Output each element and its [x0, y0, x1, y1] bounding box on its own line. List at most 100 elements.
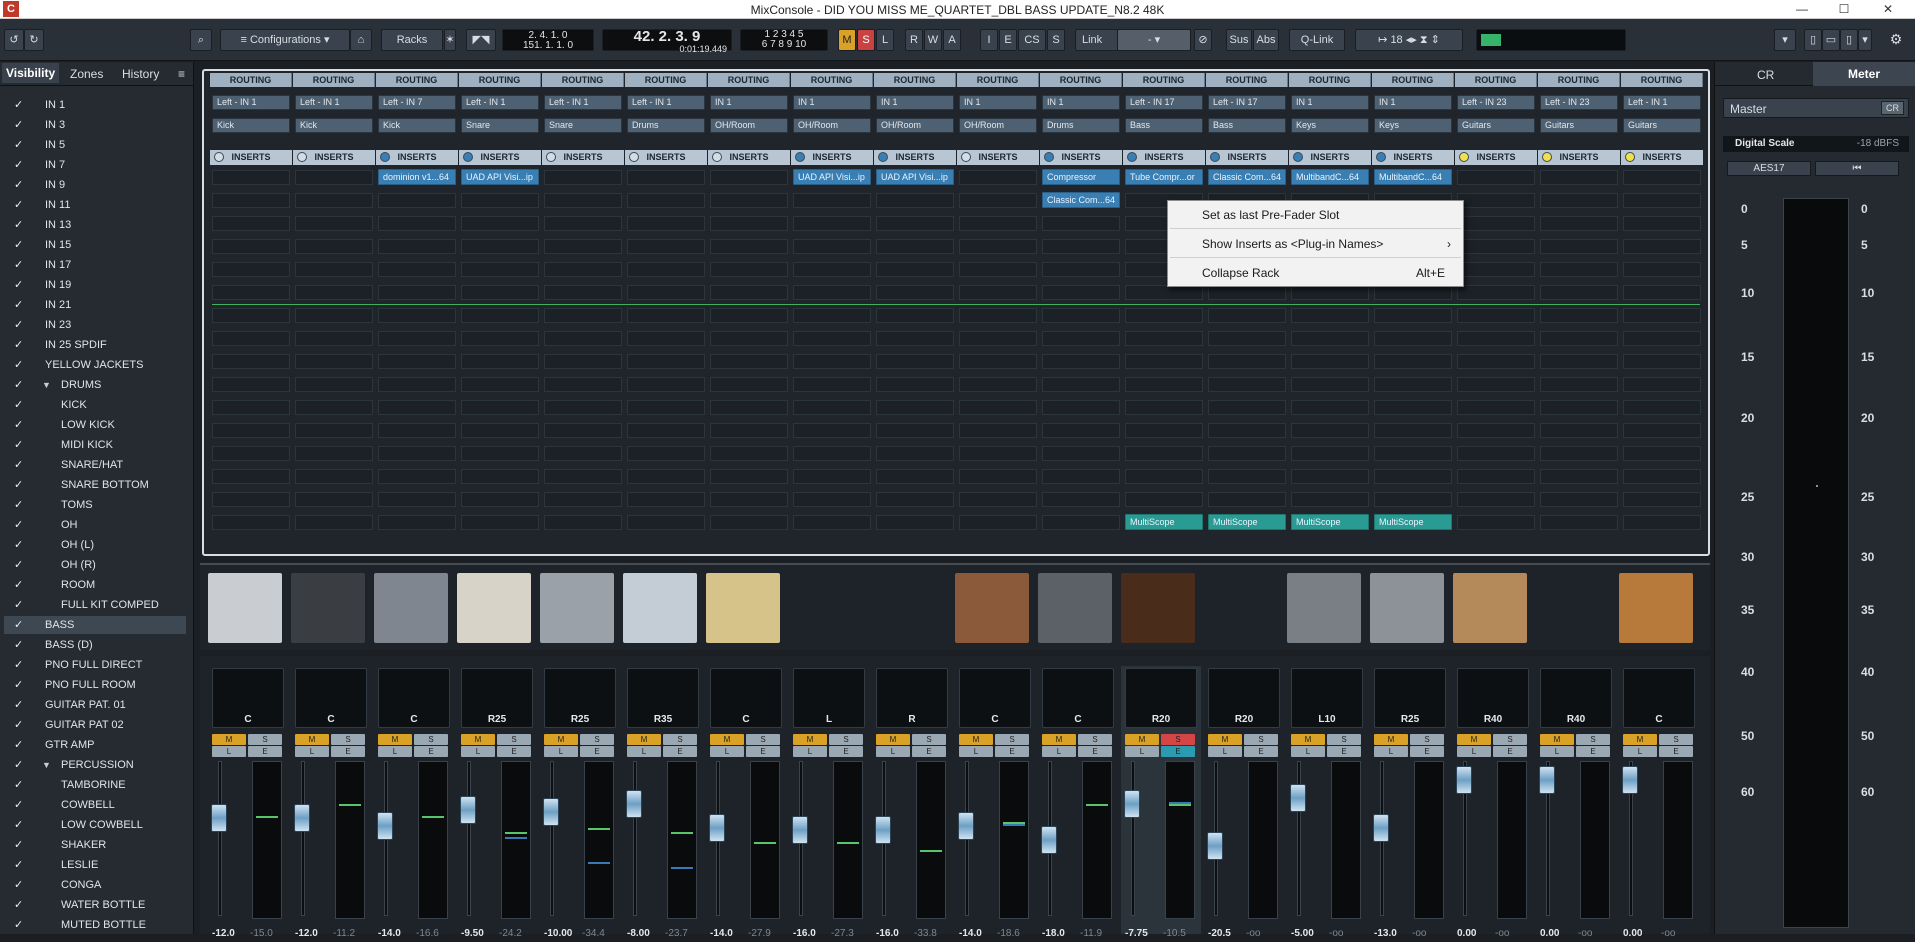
edit-button[interactable]: E: [1576, 746, 1610, 757]
insert-slot[interactable]: [627, 193, 705, 208]
checkmark-icon[interactable]: ✓: [14, 196, 23, 214]
insert-slot[interactable]: [710, 170, 788, 185]
checkmark-icon[interactable]: ✓: [14, 736, 23, 754]
checkmark-icon[interactable]: ✓: [14, 816, 23, 834]
edit-button[interactable]: E: [1161, 746, 1195, 757]
bypass-inserts-button[interactable]: I: [980, 29, 998, 51]
insert-slot[interactable]: [627, 308, 705, 323]
insert-slot[interactable]: [959, 193, 1037, 208]
tab-control-room[interactable]: CR: [1757, 68, 1774, 82]
edit-button[interactable]: E: [912, 746, 946, 757]
insert-slot[interactable]: [1457, 377, 1535, 392]
insert-slot[interactable]: [959, 515, 1037, 530]
fader-handle[interactable]: [1041, 826, 1057, 854]
insert-slot[interactable]: [378, 193, 456, 208]
insert-slot[interactable]: [793, 446, 871, 461]
inserts-header[interactable]: INSERTS: [1123, 150, 1205, 165]
pan-control[interactable]: R40: [1457, 668, 1529, 728]
track-visibility-item[interactable]: ✓ MUTED BOTTLE: [4, 916, 186, 934]
output-routing[interactable]: Kick: [212, 118, 290, 133]
insert-slot[interactable]: [1623, 377, 1701, 392]
insert-slot[interactable]: [627, 377, 705, 392]
fader-handle[interactable]: [211, 804, 227, 832]
insert-slot[interactable]: [959, 400, 1037, 415]
insert-slot[interactable]: [876, 193, 954, 208]
insert-slot[interactable]: [1540, 492, 1618, 507]
insert-slot[interactable]: [1457, 354, 1535, 369]
insert-slot[interactable]: [1291, 354, 1369, 369]
output-routing[interactable]: Snare: [461, 118, 539, 133]
insert-slot[interactable]: [959, 262, 1037, 277]
zone-menu-icon[interactable]: ▾: [1858, 29, 1872, 51]
insert-plugin[interactable]: MultibandC...64: [1374, 169, 1452, 185]
insert-slot[interactable]: [959, 331, 1037, 346]
insert-slot[interactable]: [627, 400, 705, 415]
insert-slot[interactable]: [627, 239, 705, 254]
fader-handle[interactable]: [1124, 790, 1140, 818]
insert-slot[interactable]: [710, 239, 788, 254]
fader-handle[interactable]: [792, 816, 808, 844]
insert-slot[interactable]: [378, 400, 456, 415]
checkmark-icon[interactable]: ✓: [14, 416, 23, 434]
track-visibility-item[interactable]: ✓ IN 9: [4, 176, 186, 194]
checkmark-icon[interactable]: ✓: [14, 176, 23, 194]
insert-slot[interactable]: [461, 262, 539, 277]
insert-slot[interactable]: [1208, 377, 1286, 392]
insert-slot[interactable]: [378, 377, 456, 392]
pan-control[interactable]: C: [295, 668, 367, 728]
insert-slot[interactable]: [212, 262, 290, 277]
solo-button[interactable]: S: [1244, 734, 1278, 745]
insert-slot[interactable]: [1208, 285, 1286, 300]
insert-slot[interactable]: [710, 400, 788, 415]
track-visibility-item[interactable]: ✓ SHAKER: [4, 836, 186, 854]
solo-button[interactable]: S: [912, 734, 946, 745]
insert-slot[interactable]: [1374, 354, 1452, 369]
checkmark-icon[interactable]: ✓: [14, 756, 23, 774]
solo-button[interactable]: S: [497, 734, 531, 745]
insert-slot[interactable]: [710, 469, 788, 484]
insert-slot[interactable]: [959, 216, 1037, 231]
input-routing[interactable]: Left - IN 17: [1125, 95, 1203, 110]
suspend-button[interactable]: Sus: [1226, 29, 1252, 51]
insert-slot[interactable]: [1540, 331, 1618, 346]
mute-button[interactable]: M: [793, 734, 827, 745]
insert-slot[interactable]: [1125, 331, 1203, 346]
pan-control[interactable]: C: [959, 668, 1031, 728]
cr-button[interactable]: CR: [1881, 101, 1904, 115]
input-routing[interactable]: Left - IN 23: [1457, 95, 1535, 110]
track-visibility-item[interactable]: ✓ SNARE/HAT: [4, 456, 186, 474]
pan-control[interactable]: C: [1042, 668, 1114, 728]
insert-slot[interactable]: [1623, 170, 1701, 185]
insert-slot[interactable]: [1374, 469, 1452, 484]
checkmark-icon[interactable]: ✓: [14, 436, 23, 454]
routing-header[interactable]: ROUTING: [1206, 73, 1288, 87]
insert-slot[interactable]: [295, 377, 373, 392]
tab-meter[interactable]: Meter: [1813, 62, 1915, 86]
output-routing[interactable]: Drums: [1042, 118, 1120, 133]
insert-slot[interactable]: [1374, 400, 1452, 415]
insert-slot[interactable]: [378, 446, 456, 461]
insert-slot[interactable]: [959, 239, 1037, 254]
solo-button[interactable]: S: [1078, 734, 1112, 745]
output-routing[interactable]: Guitars: [1540, 118, 1618, 133]
insert-slot[interactable]: [627, 216, 705, 231]
insert-slot[interactable]: [378, 239, 456, 254]
insert-slot[interactable]: [295, 423, 373, 438]
insert-slot[interactable]: [378, 492, 456, 507]
output-routing[interactable]: OH/Room: [876, 118, 954, 133]
edit-button[interactable]: E: [1327, 746, 1361, 757]
mute-button[interactable]: M: [295, 734, 329, 745]
insert-slot[interactable]: [876, 446, 954, 461]
write-button[interactable]: W: [924, 29, 942, 51]
folder-collapse-icon[interactable]: ▼: [42, 756, 51, 774]
insert-slot[interactable]: [710, 285, 788, 300]
insert-slot[interactable]: [212, 377, 290, 392]
inserts-header[interactable]: INSERTS: [708, 150, 790, 165]
insert-slot[interactable]: [212, 400, 290, 415]
link-dropdown[interactable]: - ▾: [1117, 29, 1191, 51]
checkmark-icon[interactable]: ✓: [14, 916, 23, 934]
insert-slot[interactable]: [710, 331, 788, 346]
insert-slot[interactable]: [710, 492, 788, 507]
insert-slot[interactable]: [544, 308, 622, 323]
input-routing[interactable]: Left - IN 17: [1208, 95, 1286, 110]
